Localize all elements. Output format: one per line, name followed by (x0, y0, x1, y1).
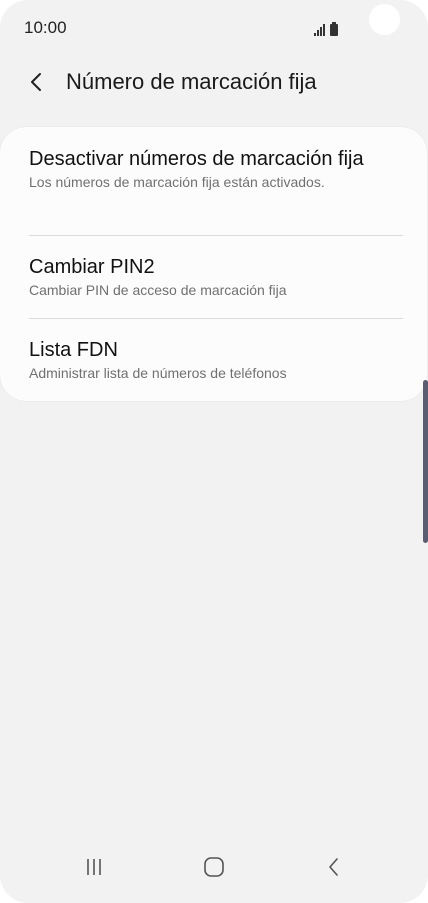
home-icon (204, 857, 224, 877)
app-header: Número de marcación fija (0, 62, 428, 102)
item-title: Cambiar PIN2 (29, 256, 155, 278)
page-title: Número de marcación fija (66, 69, 317, 94)
back-button[interactable] (26, 70, 48, 94)
item-title: Lista FDN (29, 339, 118, 361)
list-item-disable-fdn[interactable]: Desactivar números de marcación fija Los… (29, 147, 403, 191)
chevron-left-icon (31, 73, 41, 91)
list-item-change-pin2[interactable]: Cambiar PIN2 Cambiar PIN de acceso de ma… (29, 255, 403, 299)
status-time: 10:00 (24, 18, 67, 37)
status-bar: 10:00 (0, 0, 428, 56)
status-icons (314, 20, 338, 36)
signal-icon (314, 24, 325, 36)
camera-cutout (369, 4, 400, 35)
scrollbar[interactable] (423, 380, 428, 543)
recent-apps-icon (87, 859, 101, 875)
battery-icon (330, 22, 338, 36)
recent-apps-button[interactable] (76, 853, 112, 881)
divider (29, 318, 403, 319)
home-button[interactable] (196, 853, 232, 881)
settings-card: Desactivar números de marcación fija Los… (0, 127, 427, 401)
item-subtitle: Los números de marcación fija están acti… (29, 174, 325, 190)
nav-back-button[interactable] (316, 853, 352, 881)
item-title: Desactivar números de marcación fija (29, 148, 364, 170)
item-subtitle: Cambiar PIN de acceso de marcación fija (29, 282, 287, 298)
nav-back-icon (329, 858, 338, 876)
navigation-bar (0, 839, 428, 903)
divider (29, 235, 403, 236)
list-item-fdn-list[interactable]: Lista FDN Administrar lista de números d… (29, 338, 403, 382)
item-subtitle: Administrar lista de números de teléfono… (29, 365, 287, 381)
phone-screen: 10:00 Número de marcación fija Desactiva… (0, 0, 428, 903)
